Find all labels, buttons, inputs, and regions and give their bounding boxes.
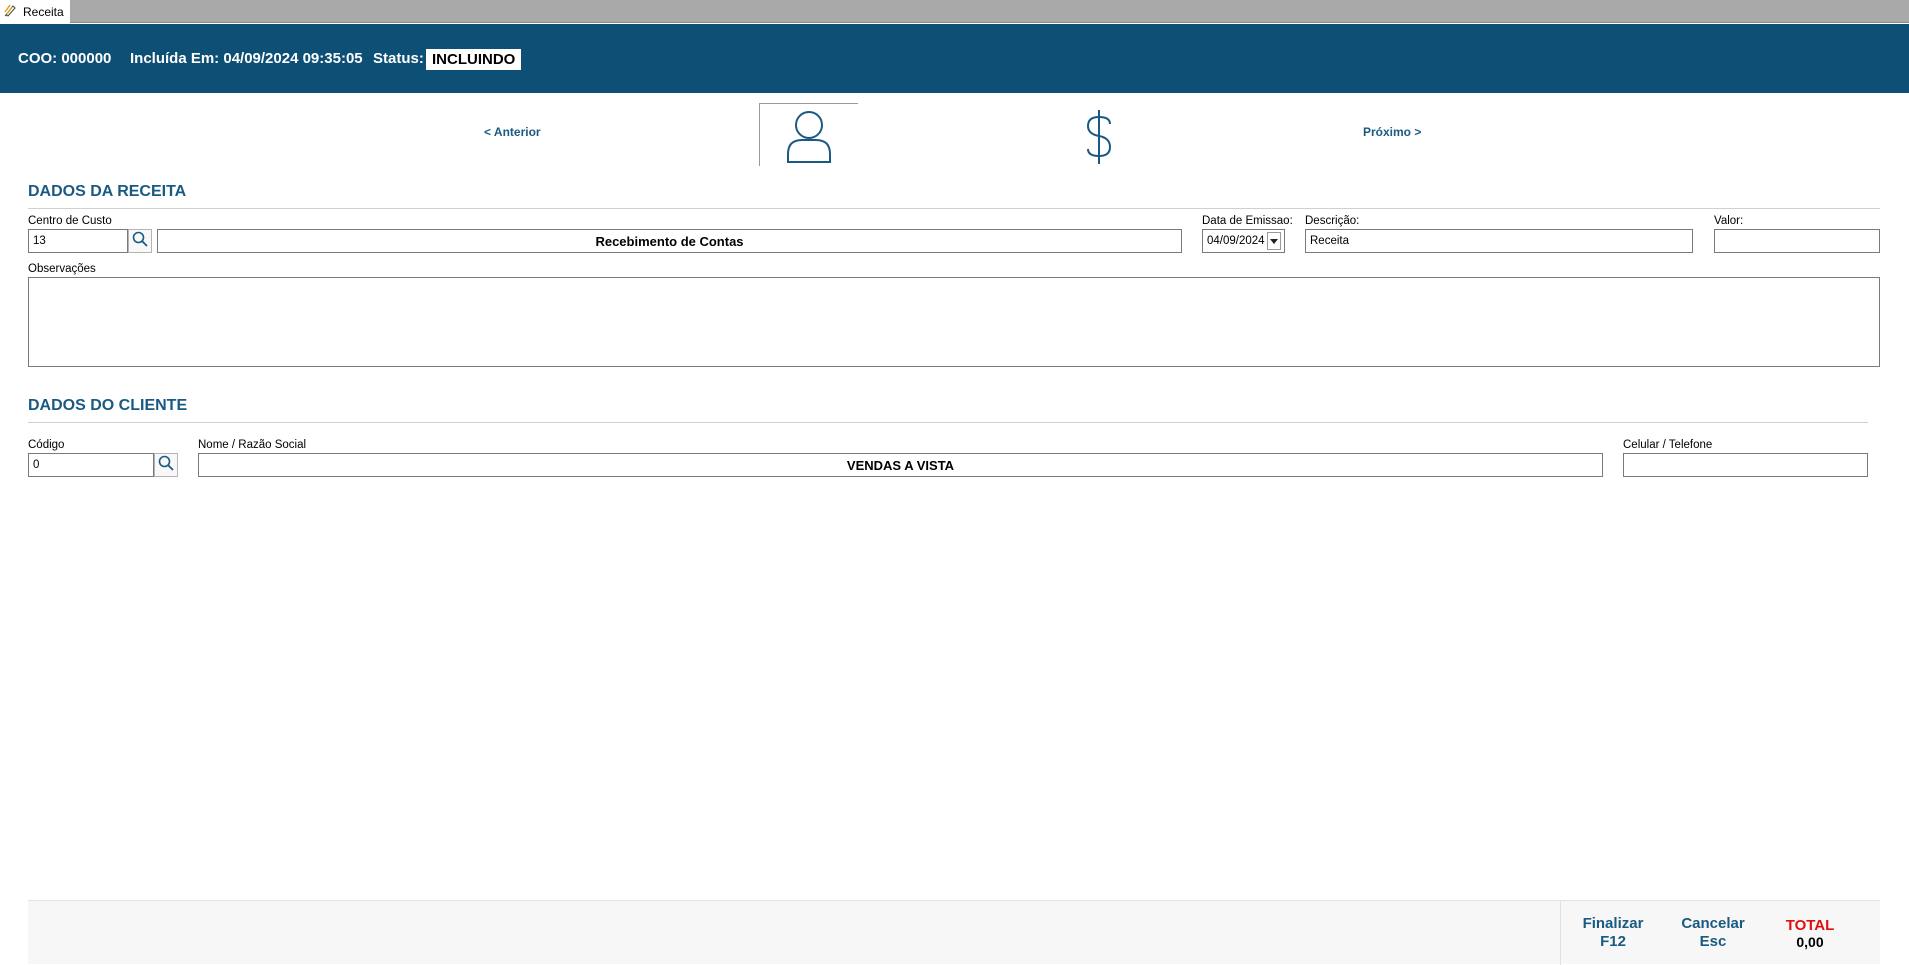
descricao-label: Descrição:	[1305, 215, 1360, 227]
window-tab-label: Receita	[23, 4, 64, 19]
status-label: Status:	[373, 50, 424, 67]
dollar-icon	[1084, 109, 1114, 170]
window-tab-strip: Receita	[0, 0, 1909, 23]
codigo-label: Código	[28, 439, 65, 451]
section-divider	[28, 422, 1868, 423]
section-title-receita: DADOS DA RECEITA	[28, 183, 187, 200]
status-badge: INCLUINDO	[426, 49, 522, 70]
cancelar-label: Cancelar	[1681, 915, 1745, 932]
descricao-input[interactable]	[1305, 229, 1693, 253]
cancelar-shortcut: Esc	[1699, 933, 1727, 950]
nome-label: Nome / Razão Social	[198, 439, 307, 451]
section-divider	[28, 208, 1880, 209]
total-display: TOTAL 0,00	[1770, 917, 1850, 951]
search-icon	[158, 455, 174, 476]
total-value: 0,00	[1796, 934, 1824, 950]
valor-input[interactable]	[1714, 229, 1880, 253]
included-date-text: Incluída Em: 04/09/2024 09:35:05	[130, 50, 363, 67]
footer-bar: Finalizar F12 Cancelar Esc TOTAL 0,00	[28, 900, 1880, 965]
centro-custo-label: Centro de Custo	[28, 215, 112, 227]
receipt-pen-icon	[4, 3, 23, 20]
finalizar-shortcut: F12	[1600, 933, 1626, 950]
centro-custo-code-input[interactable]	[28, 229, 128, 253]
cliente-codigo-input[interactable]	[28, 453, 154, 477]
window-tab-receita[interactable]: Receita	[0, 0, 70, 23]
total-label: TOTAL	[1785, 917, 1835, 934]
telefone-label: Celular / Telefone	[1623, 439, 1713, 451]
data-emissao-value: 04/09/2024	[1207, 235, 1265, 247]
valor-label: Valor:	[1714, 215, 1744, 227]
cancelar-button[interactable]: Cancelar Esc	[1673, 915, 1753, 951]
observacoes-textarea[interactable]	[28, 277, 1880, 367]
footer-divider	[1560, 901, 1561, 965]
data-emissao-picker[interactable]: 04/09/2024	[1202, 229, 1285, 253]
section-title-cliente: DADOS DO CLIENTE	[28, 397, 188, 414]
centro-custo-name-field[interactable]	[157, 229, 1182, 253]
cliente-telefone-input[interactable]	[1623, 453, 1868, 477]
finalizar-label: Finalizar	[1582, 915, 1644, 932]
next-button[interactable]: Próximo >	[1363, 125, 1421, 139]
coo-text: COO: 000000	[18, 50, 112, 67]
data-emissao-label: Data de Emissao:	[1202, 215, 1293, 227]
observacoes-label: Observações	[28, 263, 96, 275]
record-header: COO: 000000 Incluída Em: 04/09/2024 09:3…	[0, 24, 1909, 93]
tab-customer[interactable]	[759, 103, 858, 166]
person-icon	[786, 108, 832, 169]
centro-custo-search-button[interactable]	[128, 229, 152, 253]
cliente-search-button[interactable]	[154, 453, 178, 477]
chevron-down-icon[interactable]	[1267, 232, 1281, 250]
finalizar-button[interactable]: Finalizar F12	[1573, 915, 1653, 951]
cliente-nome-field[interactable]	[198, 453, 1603, 477]
tab-payment[interactable]	[1050, 103, 1149, 166]
previous-button[interactable]: < Anterior	[484, 125, 541, 139]
search-icon	[132, 231, 148, 252]
